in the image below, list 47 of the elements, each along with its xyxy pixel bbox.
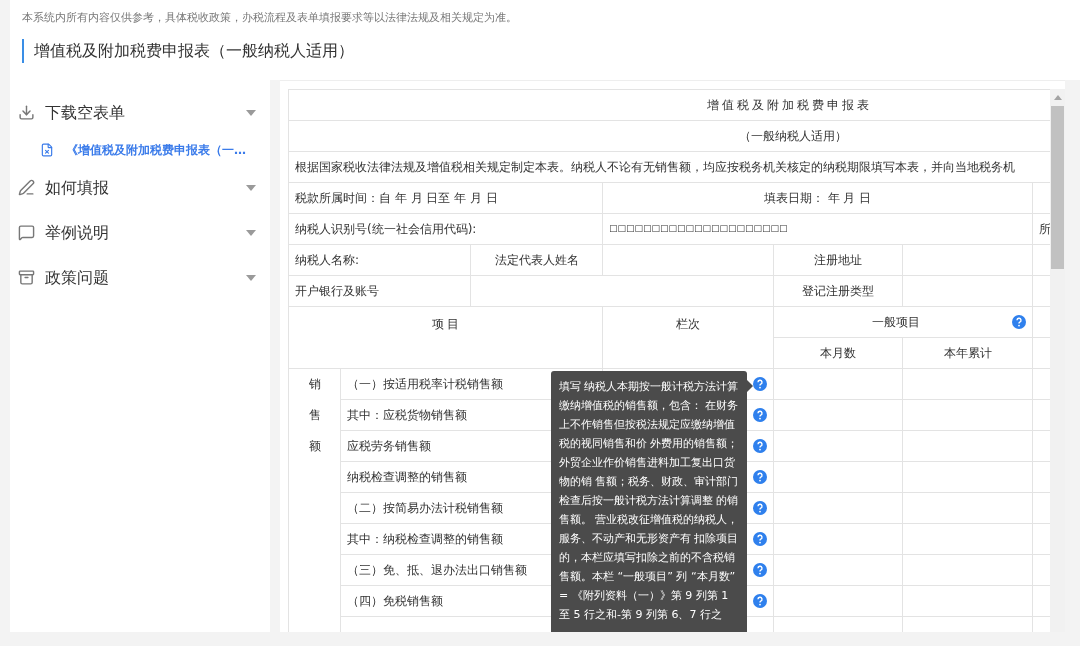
- help-icon[interactable]: [753, 563, 767, 577]
- column-header: 栏次: [602, 306, 774, 369]
- help-icon[interactable]: [753, 377, 767, 391]
- notice-text: 本系统内所有内容仅供参考，具体税收政策，办税流程及表单填报要求等以法律法规及相关规定为准。: [22, 10, 518, 26]
- caret-icon: [246, 229, 256, 236]
- sidebar-item[interactable]: 下载空表单: [18, 90, 256, 135]
- download-icon: [18, 104, 35, 121]
- caret-icon: [246, 109, 256, 116]
- help-icon[interactable]: [753, 408, 767, 422]
- form-title: 增值税及附加税费申报表: [288, 89, 1050, 121]
- table-cell: 税款所属时间：自 年 月 日至 年 月 日: [288, 182, 603, 214]
- help-icon[interactable]: [753, 532, 767, 546]
- table-cell: 开户银行及账号: [288, 275, 471, 307]
- help-icon[interactable]: [753, 439, 767, 453]
- caret-icon: [246, 274, 256, 281]
- table-cell: 注册地址: [773, 244, 903, 276]
- column-header: 本年累计: [902, 337, 1033, 369]
- help-icon[interactable]: [753, 501, 767, 515]
- table-cell: □□□□□□□□□□□□□□□□□□□□□: [602, 213, 1033, 245]
- group-label: 销售额: [308, 376, 321, 455]
- sidebar-item[interactable]: 举例说明: [18, 210, 256, 255]
- page-title: 增值税及附加税费申报表（一般纳税人适用）: [22, 38, 1068, 63]
- form-subtitle: （一般纳税人适用）: [288, 120, 1050, 152]
- scrollbar-thumb[interactable]: [1051, 106, 1064, 269]
- form-link[interactable]: 《增值税及附加税费申报表（一…: [18, 135, 256, 165]
- message-icon: [18, 224, 35, 241]
- file-icon: [40, 143, 54, 157]
- table-cell: 纳税人名称:: [288, 244, 471, 276]
- tooltip-arrow-icon: [747, 380, 753, 392]
- sidebar-item[interactable]: 如何填报: [18, 165, 256, 210]
- column-header: 一般项目: [773, 306, 1033, 338]
- sidebar-item[interactable]: 政策问题: [18, 255, 256, 300]
- pencil-icon: [18, 179, 35, 196]
- tooltip: 填写 纳税人本期按一般计税方法计算缴纳增值税的销售额，包含： 在财务上不作销售但按税法规定应缴纳增值税的视同销售和价 外费用的销售额；外贸企业作价销售进料加工复出口货物的销 售额；税务、财政、审计部门检查后按一般计税方法计算调整 的销售额。 营业税改征增值税的纳税人，服务、不动产和无形资产有 扣除项目的，本栏应填写扣除之前的不含税销售额。本栏 “一般项目” 列 “本月数” = 《附列资料（一）》第 9 列第 1 至 5 行之和-第 9 列第 6、7 行之: [551, 371, 747, 632]
- table-cell: 纳税人识别号(统一社会信用代码):: [288, 213, 603, 245]
- column-header: 项 目: [288, 306, 603, 369]
- table-cell: 填表日期： 年 月 日: [602, 182, 1033, 214]
- help-icon[interactable]: [753, 470, 767, 484]
- archive-icon: [18, 269, 35, 286]
- help-icon[interactable]: [753, 594, 767, 608]
- caret-icon: [246, 184, 256, 191]
- scroll-up-icon[interactable]: [1053, 95, 1062, 100]
- table-cell: 登记注册类型: [773, 275, 903, 307]
- table-cell: 法定代表人姓名: [470, 244, 603, 276]
- form-intro: 根据国家税收法律法规及增值税相关规定制定本表。纳税人不论有无销售额，均应按税务机关核定的纳税期限填写本表，并向当地税务机: [288, 151, 1050, 183]
- help-icon[interactable]: [1012, 315, 1026, 329]
- column-header: 本月数: [773, 337, 903, 369]
